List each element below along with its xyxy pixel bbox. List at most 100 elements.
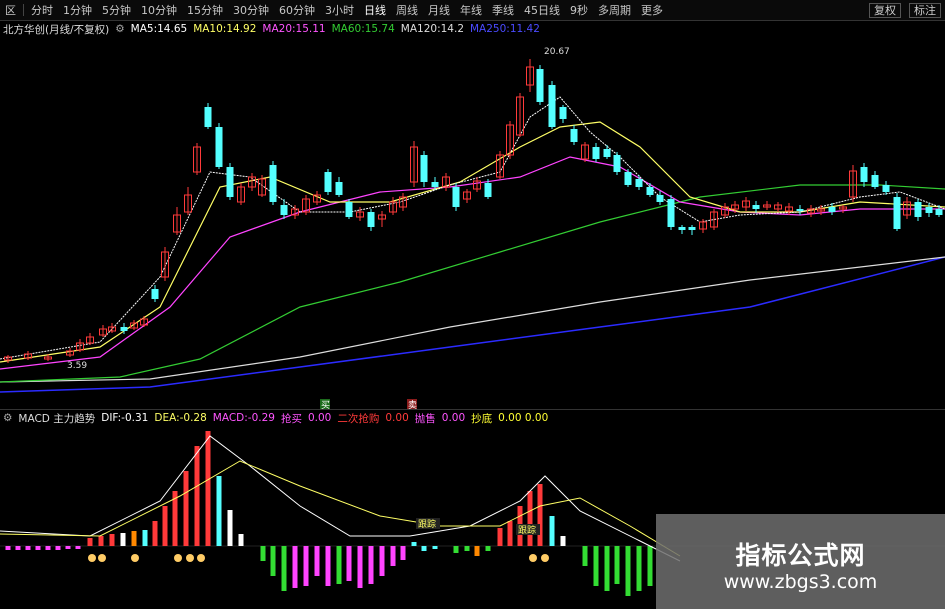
toolbar-item-8[interactable]: 3小时 xyxy=(320,2,359,18)
macd-bar xyxy=(325,546,331,586)
candlestick-chart[interactable]: 20.67 3.59 买 卖 xyxy=(0,37,945,427)
dea-value: DEA:-0.28 xyxy=(154,412,207,424)
candle-body-down xyxy=(688,227,696,230)
sell-value: 0.00 xyxy=(441,412,466,424)
ma10-line xyxy=(0,121,945,363)
bottom-value: 0.00 0.00 xyxy=(498,412,549,424)
toolbar-item-13[interactable]: 季线 xyxy=(487,2,519,18)
watermark: 指标公式网 www.zbgs3.com xyxy=(656,514,945,609)
toolbar-item-5[interactable]: 15分钟 xyxy=(182,2,228,18)
macd-bar xyxy=(549,516,555,546)
candle-body-down xyxy=(484,183,492,197)
biaozhu-button[interactable]: 标注 xyxy=(909,3,941,18)
toolbar-item-2[interactable]: 1分钟 xyxy=(58,2,97,18)
stock-title: 北方华创(月线/不复权) xyxy=(3,23,110,36)
macd-bar xyxy=(368,546,374,584)
candle-body-down xyxy=(925,207,933,213)
macd-bar xyxy=(464,546,470,551)
candle-body-down xyxy=(431,182,439,187)
candle-body-down xyxy=(570,129,578,142)
tag-label: 跟踪 xyxy=(518,524,536,536)
macd-bar xyxy=(411,542,417,546)
candle-body-down xyxy=(345,202,353,217)
candle-body-down xyxy=(204,107,212,127)
sell-label: 抛售 xyxy=(414,412,436,425)
toolbar-item-0[interactable]: 区 xyxy=(0,2,21,18)
macd-bar xyxy=(379,546,385,576)
candle-body-down xyxy=(828,207,836,212)
macd-bar xyxy=(400,546,406,560)
hand-icon xyxy=(174,554,182,562)
macd-bar xyxy=(142,530,148,546)
candle-body-down xyxy=(935,209,943,215)
toolbar-item-6[interactable]: 30分钟 xyxy=(228,2,274,18)
toolbar-item-11[interactable]: 月线 xyxy=(423,2,455,18)
ma10-value: MA10:14.92 xyxy=(193,23,257,35)
candle-body-down xyxy=(860,167,868,182)
macd-bar xyxy=(183,471,189,546)
candle-body-down xyxy=(536,69,544,102)
macd-bar xyxy=(336,546,342,584)
toolbar-item-1[interactable]: 分时 xyxy=(26,2,58,18)
candle-body-down xyxy=(613,155,621,172)
candle-body-down xyxy=(646,187,654,195)
candle-body-down xyxy=(603,149,611,157)
macd-bar xyxy=(270,546,276,576)
toolbar-item-9[interactable]: 日线 xyxy=(359,2,391,18)
gear-icon[interactable]: ⚙ xyxy=(0,412,12,424)
ma120-value: MA120:14.2 xyxy=(400,23,464,35)
macd-bar xyxy=(582,546,588,566)
macd-bar xyxy=(346,546,352,581)
macd-bar xyxy=(485,546,491,551)
toolbar-item-7[interactable]: 60分钟 xyxy=(274,2,320,18)
watermark-url: www.zbgs3.com xyxy=(723,571,878,593)
macd-bar xyxy=(474,546,480,556)
candle-body-down xyxy=(635,179,643,187)
macd-bar xyxy=(507,521,513,546)
macd-bar xyxy=(152,521,158,546)
indicator-name: MACD 主力趋势 xyxy=(18,412,96,425)
candle-body-down xyxy=(796,209,804,211)
toolbar-item-4[interactable]: 10分钟 xyxy=(136,2,182,18)
hand-icon xyxy=(186,554,194,562)
macd-bar xyxy=(87,538,93,546)
toolbar-separator xyxy=(23,4,24,16)
low-price-label: 3.59 xyxy=(67,361,87,371)
candle-body-down xyxy=(215,127,223,167)
candle-body-down xyxy=(678,227,686,230)
toolbar-item-14[interactable]: 45日线 xyxy=(519,2,565,18)
hand-icon xyxy=(529,554,537,562)
toolbar-item-15[interactable]: 9秒 xyxy=(565,2,593,18)
macd-bar xyxy=(625,546,631,596)
macd-bar xyxy=(15,546,21,550)
macd-value: MACD:-0.29 xyxy=(212,412,275,424)
macd-bar xyxy=(432,546,438,549)
macd-bar xyxy=(131,531,137,546)
ma5-value: MA5:14.65 xyxy=(130,23,188,35)
fuquan-button[interactable]: 复权 xyxy=(869,3,901,18)
toolbar-item-17[interactable]: 更多 xyxy=(636,2,668,18)
gear-icon[interactable]: ⚙ xyxy=(115,23,124,35)
candle-body-down xyxy=(559,107,567,119)
toolbar-item-3[interactable]: 5分钟 xyxy=(97,2,136,18)
period-toolbar: 区 分时 1分钟 5分钟 10分钟 15分钟 30分钟 60分钟 3小时 日线 … xyxy=(0,0,945,21)
candle-body-down xyxy=(914,202,922,217)
tag-label: 跟踪 xyxy=(418,518,436,530)
toolbar-item-10[interactable]: 周线 xyxy=(391,2,423,18)
macd-bar xyxy=(109,534,115,546)
candle-body-down xyxy=(367,212,375,227)
candle-body-down xyxy=(324,172,332,192)
macd-bar xyxy=(497,528,503,546)
macd-bar xyxy=(453,546,459,553)
macd-bar xyxy=(636,546,642,591)
candle-body-down xyxy=(667,199,675,227)
toolbar-item-12[interactable]: 年线 xyxy=(455,2,487,18)
macd-bar xyxy=(421,546,427,551)
toolbar-item-16[interactable]: 多周期 xyxy=(593,2,636,18)
candle-body-down xyxy=(548,85,556,127)
macd-bar xyxy=(238,534,244,546)
candle-body-down xyxy=(120,327,128,331)
watermark-title: 指标公式网 xyxy=(735,541,866,570)
macd-bar xyxy=(527,491,533,546)
macd-bar xyxy=(604,546,610,591)
